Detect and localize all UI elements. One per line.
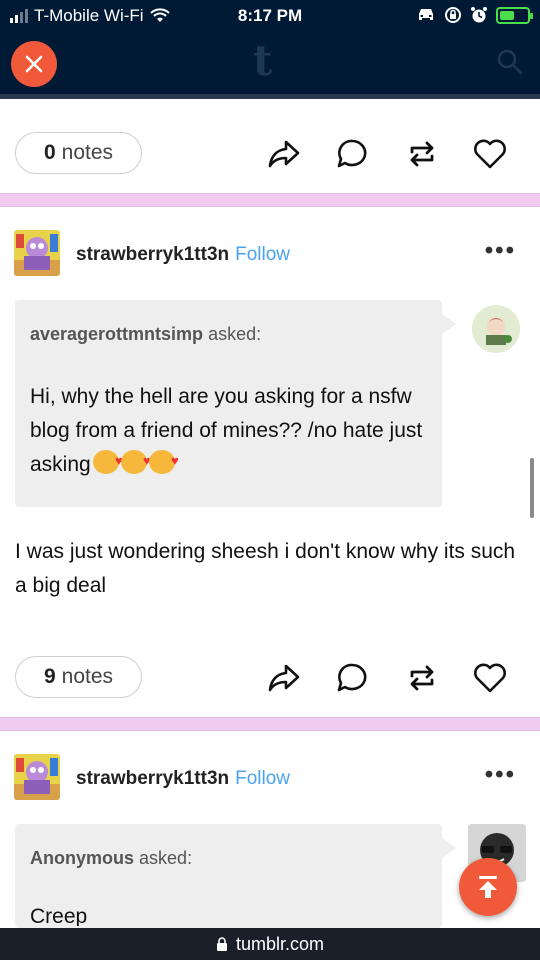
post-divider	[0, 193, 540, 207]
post-header: strawberryk1tt3n Follow •••	[0, 230, 540, 280]
notes-button[interactable]: 0 notes	[15, 132, 142, 174]
url-text: tumblr.com	[235, 933, 325, 954]
blog-name-row: strawberryk1tt3n Follow	[76, 768, 290, 790]
status-right	[416, 6, 533, 24]
alarm-icon	[471, 7, 487, 23]
close-button[interactable]	[11, 41, 57, 87]
post-divider	[0, 717, 540, 731]
answer-text: I was just wondering sheesh i don't know…	[15, 540, 516, 597]
blog-name-row: strawberryk1tt3n Follow	[76, 244, 290, 266]
post-footer: 0 notes	[0, 124, 540, 184]
ask-question-text: Hi, why the hell are you asking for a ns…	[30, 385, 423, 476]
battery-icon	[496, 6, 533, 24]
notes-button[interactable]: 9 notes	[15, 656, 142, 698]
lock-icon	[216, 936, 227, 951]
like-icon	[474, 139, 506, 169]
like-button[interactable]	[472, 660, 508, 696]
reply-button[interactable]	[334, 136, 370, 172]
asked-label: asked:	[208, 324, 262, 344]
ask-question: Hi, why the hell are you asking for a ns…	[30, 380, 430, 482]
smiling-hearts-emoji	[92, 444, 123, 478]
share-button[interactable]	[266, 136, 302, 172]
notes-count: 9	[43, 665, 56, 688]
share-button[interactable]	[266, 660, 302, 696]
asker-avatar-image	[472, 305, 520, 353]
top-nav: t	[0, 34, 540, 94]
car-icon	[419, 9, 433, 20]
like-icon	[474, 663, 506, 693]
like-button[interactable]	[472, 136, 508, 172]
asked-label: asked:	[139, 848, 193, 868]
avatar[interactable]	[14, 754, 60, 800]
post-header: strawberryk1tt3n Follow •••	[0, 754, 540, 804]
url-bar[interactable]: tumblr.com	[0, 928, 540, 960]
close-icon	[25, 55, 43, 73]
scroll-to-top-button[interactable]	[459, 858, 517, 916]
notes-count: 0	[43, 141, 56, 164]
asker-avatar[interactable]	[472, 305, 520, 353]
asker-line: averagerottmntsimp asked:	[30, 324, 261, 345]
notes-label: notes	[61, 665, 114, 688]
status-bar: T-Mobile Wi-Fi 8:17 PM	[0, 0, 540, 34]
more-button[interactable]: •••	[485, 763, 516, 787]
more-icon: •••	[484, 237, 516, 264]
asker-line: Anonymous asked:	[30, 848, 192, 869]
scroll-to-top-icon	[479, 876, 497, 898]
post-footer: 9 notes	[0, 648, 540, 708]
avatar-image	[14, 754, 60, 800]
asker-name[interactable]: averagerottmntsimp	[30, 324, 203, 344]
blog-name[interactable]: strawberryk1tt3n	[76, 244, 229, 265]
reblog-icon	[410, 665, 434, 691]
ask-bubble: Anonymous asked: Creep	[15, 824, 456, 928]
scrollbar[interactable]	[530, 458, 534, 518]
nav-shadow	[0, 94, 540, 99]
reply-icon	[337, 139, 367, 168]
reblog-button[interactable]	[404, 660, 440, 696]
reply-button[interactable]	[334, 660, 370, 696]
share-icon	[268, 140, 300, 168]
ask-question: Creep	[30, 905, 88, 926]
reblog-icon	[410, 141, 434, 167]
reblog-button[interactable]	[404, 136, 440, 172]
avatar-image	[14, 230, 60, 276]
reply-icon	[337, 663, 367, 692]
smiling-hearts-emoji	[120, 444, 151, 478]
follow-button[interactable]: Follow	[235, 768, 290, 789]
more-button[interactable]: •••	[485, 239, 516, 263]
follow-button[interactable]: Follow	[235, 244, 290, 265]
ask-bubble: averagerottmntsimp asked: Hi, why the he…	[15, 300, 456, 507]
asker-name[interactable]: Anonymous	[30, 848, 134, 868]
search-icon[interactable]	[496, 48, 524, 76]
blog-name[interactable]: strawberryk1tt3n	[76, 768, 229, 789]
smiling-hearts-emoji	[148, 444, 179, 478]
more-icon: •••	[484, 761, 516, 788]
avatar[interactable]	[14, 230, 60, 276]
lock-rotation-icon	[445, 7, 461, 23]
notes-label: notes	[61, 141, 114, 164]
share-icon	[268, 664, 300, 692]
tumblr-logo[interactable]: t	[253, 36, 272, 85]
